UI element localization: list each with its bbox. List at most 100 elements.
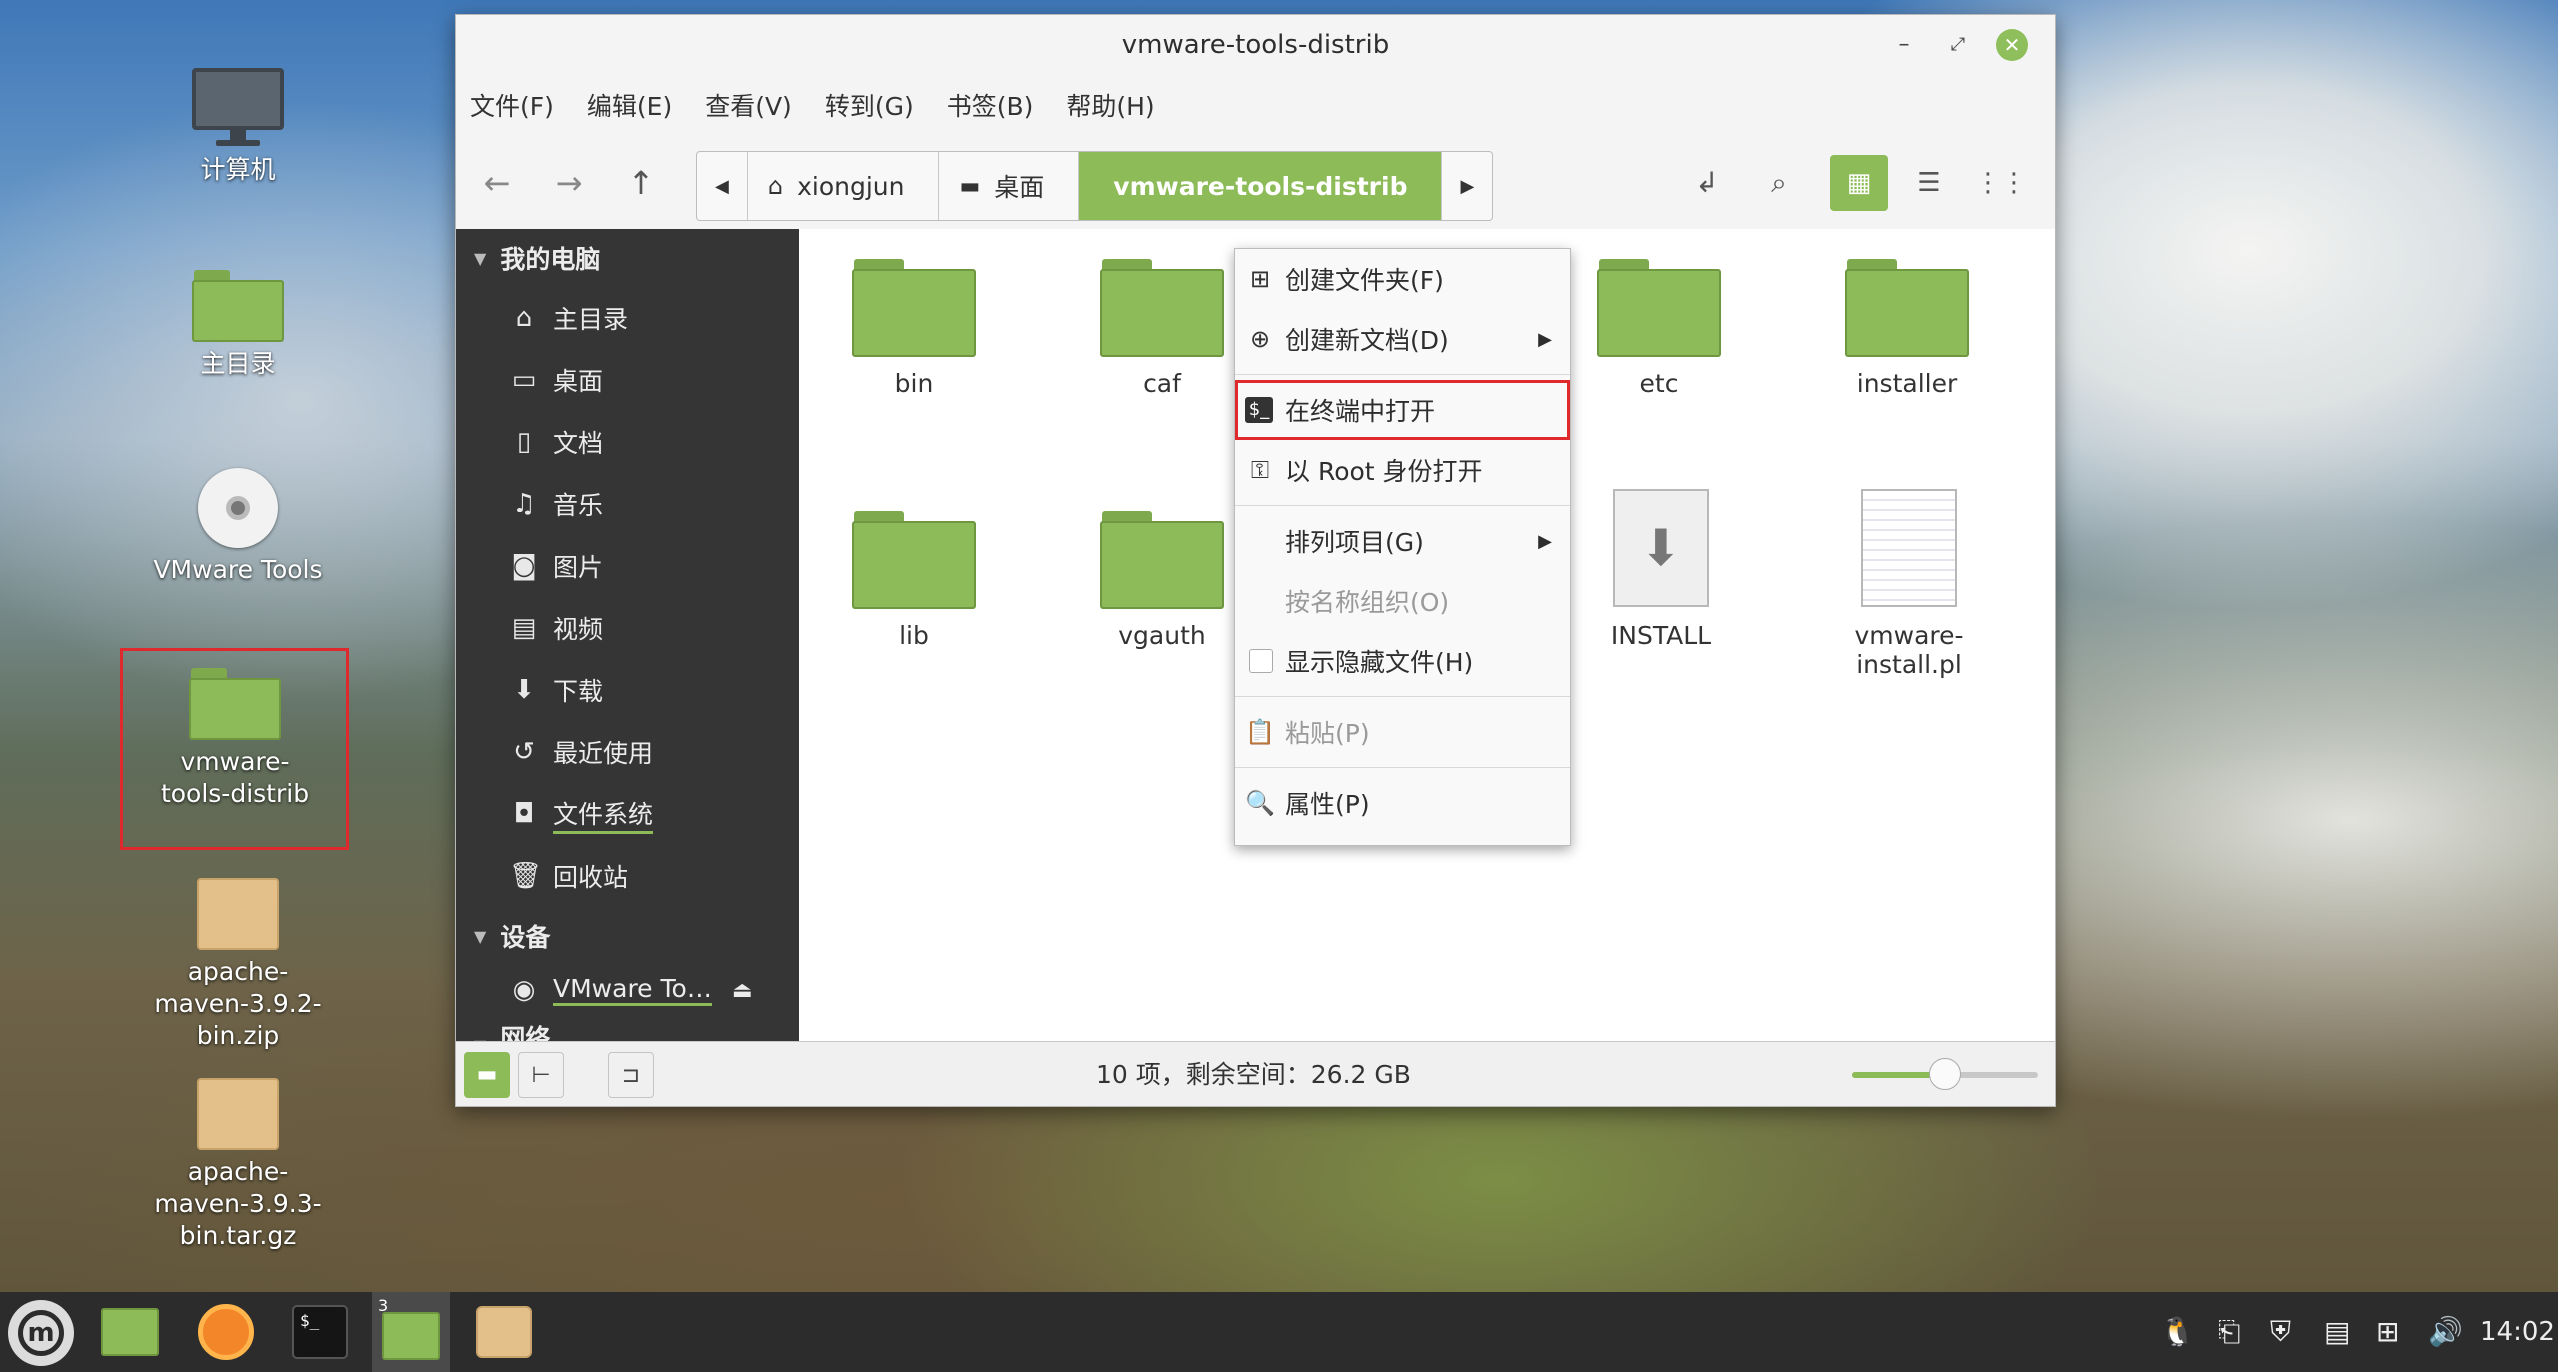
minimize-button[interactable]: – — [1888, 29, 1920, 61]
desktop-icon-vmware-tools[interactable]: VMware Tools — [143, 468, 333, 586]
sidebar-item-trash[interactable]: 🗑 回收站 — [456, 845, 799, 907]
sidebar-item-filesystem[interactable]: ◘ 文件系统 — [456, 783, 799, 845]
menu-view[interactable]: 查看(V) — [705, 87, 792, 123]
breadcrumb: ◀ ⌂ xiongjun ▬ 桌面 vmware-tools-distrib ▶ — [696, 151, 1494, 221]
breadcrumb-left-arrow[interactable]: ◀ — [697, 152, 748, 220]
tree-toggle-button[interactable]: ⊢ — [518, 1052, 564, 1098]
linux-tux-icon[interactable]: 🐧 — [2160, 1292, 2195, 1372]
archive-icon — [476, 1306, 532, 1358]
clock[interactable]: 14:02 — [2480, 1292, 2555, 1372]
desktop-icon-maven-zip[interactable]: apache-maven-3.9.2-bin.zip — [143, 878, 333, 1052]
breadcrumb-right-arrow[interactable]: ▶ — [1442, 152, 1492, 220]
places-toggle-button[interactable]: ▬ — [464, 1052, 510, 1098]
menu-item-create-document[interactable]: ⊕ 创建新文档(D) ▶ — [1235, 309, 1570, 369]
menu-go[interactable]: 转到(G) — [825, 87, 914, 123]
breadcrumb-desktop[interactable]: ▬ 桌面 — [939, 152, 1080, 220]
menu-help[interactable]: 帮助(H) — [1066, 87, 1154, 123]
desktop-icon-vmware-tools-distrib[interactable]: vmware-tools-distrib — [140, 668, 330, 810]
menu-item-paste: 📋 粘贴(P) — [1235, 702, 1570, 762]
menu-item-open-terminal[interactable]: $_ 在终端中打开 — [1235, 380, 1570, 440]
toolbar: ← → ↑ ◀ ⌂ xiongjun ▬ 桌面 vmware-tools-dis… — [456, 135, 2055, 229]
menu-file[interactable]: 文件(F) — [470, 87, 554, 123]
taskbar-firefox-button[interactable] — [196, 1302, 256, 1362]
folder-icon — [852, 259, 976, 357]
volume-icon[interactable]: 🔊 — [2428, 1292, 2463, 1372]
file-item-caf[interactable]: caf — [1072, 259, 1252, 398]
file-item-vgauth[interactable]: vgauth — [1072, 511, 1252, 650]
breadcrumb-home[interactable]: ⌂ xiongjun — [748, 152, 940, 220]
window-title: vmware-tools-distrib — [1121, 30, 1390, 60]
back-button[interactable]: ← — [468, 155, 526, 211]
file-item-install[interactable]: ⬇ INSTALL — [1571, 489, 1751, 650]
taskbar-files-active-button[interactable]: 3 — [372, 1292, 450, 1372]
sidebar-item-desktop[interactable]: ▭ 桌面 — [456, 349, 799, 411]
desktop-icon-maven-targz[interactable]: apache-maven-3.9.3-bin.tar.gz — [143, 1078, 333, 1252]
icon-view-button[interactable]: ▦ — [1830, 155, 1888, 211]
home-icon: ⌂ — [767, 172, 784, 200]
file-name: vgauth — [1118, 621, 1206, 650]
sidebar-section-computer[interactable]: ▼ 我的电脑 — [456, 229, 799, 287]
home-icon: ⌂ — [515, 303, 533, 333]
compact-view-button[interactable]: ⋮⋮ — [1972, 155, 2030, 211]
menu-item-open-as-root[interactable]: ⚿ 以 Root 身份打开 — [1235, 440, 1570, 500]
menu-bookmarks[interactable]: 书签(B) — [947, 87, 1034, 123]
folder-icon — [852, 511, 976, 609]
sidebar-item-label: 音乐 — [553, 491, 604, 520]
sidebar-item-recent[interactable]: ↺ 最近使用 — [456, 721, 799, 783]
desktop-icon-label: apache-maven-3.9.2-bin.zip — [154, 957, 322, 1050]
sidebar-item-pictures[interactable]: ◙ 图片 — [456, 535, 799, 597]
file-item-vmware-install-pl[interactable]: vmware-install.pl — [1809, 489, 2009, 679]
desktop-icon-label: VMware Tools — [153, 555, 323, 584]
shield-icon[interactable]: ⛨ — [2270, 1292, 2291, 1372]
taskbar-files-button[interactable] — [100, 1302, 160, 1362]
sidebar-item-device[interactable]: ◉ VMware To… ⏏ — [456, 965, 799, 1015]
file-item-bin[interactable]: bin — [824, 259, 1004, 398]
eject-icon[interactable]: ⏏ — [732, 978, 753, 1003]
folder-icon — [1597, 259, 1721, 357]
menu-item-arrange[interactable]: 排列项目(G) ▶ — [1235, 511, 1570, 571]
forward-button[interactable]: → — [540, 155, 598, 211]
toggle-location-button[interactable]: ↲ — [1678, 155, 1736, 211]
search-button[interactable]: ⌕ — [1750, 155, 1808, 211]
menu-item-properties[interactable]: 🔍 属性(P) — [1235, 773, 1570, 833]
breadcrumb-label: vmware-tools-distrib — [1113, 171, 1408, 201]
desktop-icon-computer[interactable]: 计算机 — [143, 68, 333, 186]
desktop-icon-home[interactable]: 主目录 — [143, 270, 333, 380]
maximize-button[interactable]: ⤢ — [1942, 29, 1974, 61]
script-file-icon — [1861, 489, 1957, 607]
sidebar-section-network[interactable]: ▼ 网络 — [456, 1015, 799, 1043]
checkbox[interactable] — [1249, 649, 1273, 673]
expand-triangle-icon: ▼ — [474, 926, 487, 946]
menu-item-label: 显示隐藏文件(H) — [1285, 648, 1474, 677]
file-item-etc[interactable]: etc — [1569, 259, 1749, 398]
close-button[interactable]: ✕ — [1996, 29, 2028, 61]
menu-item-label: 创建新文档(D) — [1285, 326, 1449, 355]
clipboard-tray-icon[interactable]: ⎗ — [2218, 1292, 2240, 1372]
notes-icon[interactable]: ▤ — [2324, 1292, 2350, 1372]
start-menu-button[interactable]: m — [8, 1300, 74, 1366]
breadcrumb-current[interactable]: vmware-tools-distrib — [1079, 152, 1443, 220]
up-button[interactable]: ↑ — [612, 155, 670, 211]
file-item-installer[interactable]: installer — [1817, 259, 1997, 398]
new-document-icon: ⊕ — [1249, 325, 1271, 353]
sidebar-item-videos[interactable]: ▤ 视频 — [456, 597, 799, 659]
hide-sidebar-button[interactable]: ⊐ — [608, 1052, 654, 1098]
taskbar-archive-button[interactable] — [474, 1302, 534, 1362]
network-icon[interactable]: ⊞ — [2376, 1292, 2399, 1372]
sidebar-section-devices[interactable]: ▼ 设备 — [456, 907, 799, 965]
menu-edit[interactable]: 编辑(E) — [587, 87, 672, 123]
sidebar-item-home[interactable]: ⌂ 主目录 — [456, 287, 799, 349]
menu-separator — [1235, 374, 1570, 375]
archive-icon — [197, 1078, 279, 1150]
zoom-slider-knob[interactable] — [1929, 1058, 1961, 1090]
sidebar-item-documents[interactable]: ▯ 文档 — [456, 411, 799, 473]
file-item-lib[interactable]: lib — [824, 511, 1004, 650]
taskbar-terminal-button[interactable]: $_ — [290, 1302, 350, 1362]
menu-item-create-folder[interactable]: ⊞ 创建文件夹(F) — [1235, 249, 1570, 309]
list-view-button[interactable]: ☰ — [1900, 155, 1958, 211]
sidebar-item-music[interactable]: ♫ 音乐 — [456, 473, 799, 535]
new-folder-icon: ⊞ — [1249, 265, 1271, 293]
zoom-slider[interactable] — [1852, 1058, 2038, 1090]
sidebar-item-downloads[interactable]: ⬇ 下载 — [456, 659, 799, 721]
menu-item-show-hidden[interactable]: 显示隐藏文件(H) — [1235, 631, 1570, 691]
